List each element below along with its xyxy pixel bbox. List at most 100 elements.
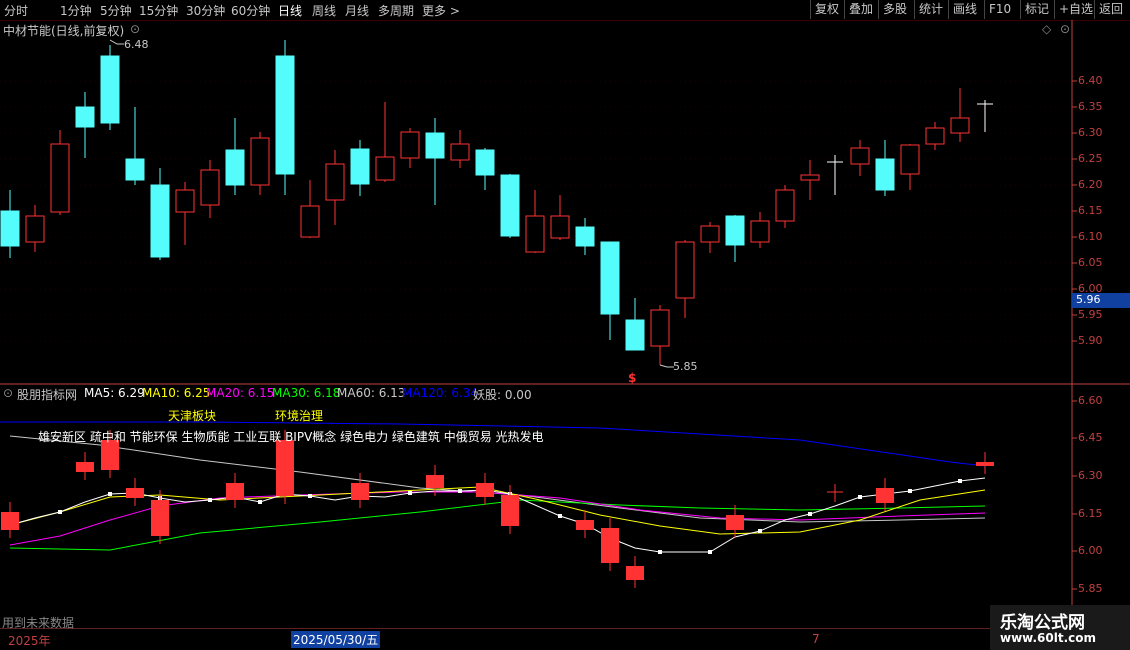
candle-body [350,148,370,185]
ma5-dot [258,500,262,504]
indicator-dropdown-icon[interactable]: ⊙ [3,386,13,400]
candle-body [475,149,495,176]
candle-body [575,226,595,247]
candle-body [0,210,20,247]
price-axis-label: 6.25 [1078,152,1103,165]
candle-body [125,158,145,181]
candle-body [775,189,795,222]
ma120-value: MA120: 6.34 [402,386,479,400]
candle-body [650,309,670,347]
theme-tag: 环境治理 [275,409,324,423]
signal-block [226,483,244,500]
ma5-dot [858,495,862,499]
candle-body [50,143,70,213]
candle-body [75,106,95,128]
demon-stock-value: 妖股: 0.00 [473,388,532,402]
signal-block [601,528,619,563]
candle-body [525,215,545,253]
candle-body [850,147,870,165]
candle-body [550,215,570,239]
signal-block [76,462,94,472]
candle-body [625,319,645,351]
candle-body [875,158,895,191]
concept-list: 雄安新区 疏中和 节能环保 生物质能 工业互联 BIPV概念 绿色电力 绿色建筑… [38,430,544,444]
title-dropdown-icon[interactable]: ⊙ [130,22,140,36]
candle-body [725,215,745,246]
diamond-icon[interactable]: ◇ [1042,22,1051,36]
high-price-arrow [109,39,124,45]
year-label: 2025年 [8,634,51,648]
watermark-url: www.60lt.com [1000,631,1097,645]
indicator-title: 股朋指标网 [17,388,78,402]
stock-title: 中材节能(日线,前复权) [3,24,125,38]
kline-chart[interactable] [0,0,1130,650]
low-price-arrow [659,364,674,368]
sub-axis-label: 6.15 [1078,507,1103,520]
price-axis-label: 6.15 [1078,204,1103,217]
candle-body [750,220,770,243]
month-label: 7 [812,632,820,646]
candle-body [950,117,970,134]
signal-block [476,483,494,497]
price-axis-label: 5.95 [1078,308,1103,321]
candle-body [225,149,245,186]
signal-block [351,483,369,500]
price-axis-label: 6.40 [1078,74,1103,87]
candle-body [300,205,320,238]
ma5-dot [808,512,812,516]
ma5-dot [708,550,712,554]
price-axis-label: 6.20 [1078,178,1103,191]
ma20-value: MA20: 6.15 [206,386,275,400]
signal-block [576,520,594,530]
sub-axis-label: 6.60 [1078,394,1103,407]
candle-body [925,127,945,145]
signal-block [276,440,294,496]
ma5-dot [208,498,212,502]
candle-body [450,143,470,161]
signal-block [626,566,644,580]
ma5-dot [58,510,62,514]
signal-marker: $ [628,371,637,385]
candle-body [425,132,445,159]
ma5-dot [108,492,112,496]
ma5-dot [308,494,312,498]
candle-body [600,241,620,315]
price-axis-label: 6.10 [1078,230,1103,243]
ma10-value: MA10: 6.25 [142,386,211,400]
signal-block [876,488,894,503]
menu-icon[interactable]: ⊙ [1060,22,1070,36]
ma5-dot [758,529,762,533]
price-axis-label: 6.30 [1078,126,1103,139]
ma5-value: MA5: 6.29 [84,386,145,400]
ma5-dot [458,489,462,493]
signal-block [976,462,994,466]
price-axis-label: 6.05 [1078,256,1103,269]
candle-body [150,184,170,258]
signal-block [1,512,19,530]
price-axis-label: 5.90 [1078,334,1103,347]
candle-body [900,144,920,175]
signal-block [126,488,144,498]
signal-block [726,515,744,530]
candle-body [375,156,395,181]
candle-body [250,137,270,186]
ma5-dot [558,514,562,518]
candle-body [400,131,420,159]
signal-block [151,500,169,536]
ma5-dot [408,491,412,495]
candle-body [100,55,120,124]
current-price-tag: 5.96 [1072,293,1130,308]
ma5-dot [658,550,662,554]
sub-axis-label: 6.00 [1078,544,1103,557]
high-price-mark: 6.48 [124,38,149,51]
ma60-value: MA60: 6.13 [337,386,406,400]
site-watermark: 乐淘公式网 www.60lt.com [990,605,1130,650]
candle-body [700,225,720,243]
candle-body [675,241,695,299]
candle-body [175,189,195,213]
ma5-dot [958,479,962,483]
sub-axis-label: 5.85 [1078,582,1103,595]
ma5-dot [908,489,912,493]
candle-body [200,169,220,206]
candle-body [500,174,520,237]
